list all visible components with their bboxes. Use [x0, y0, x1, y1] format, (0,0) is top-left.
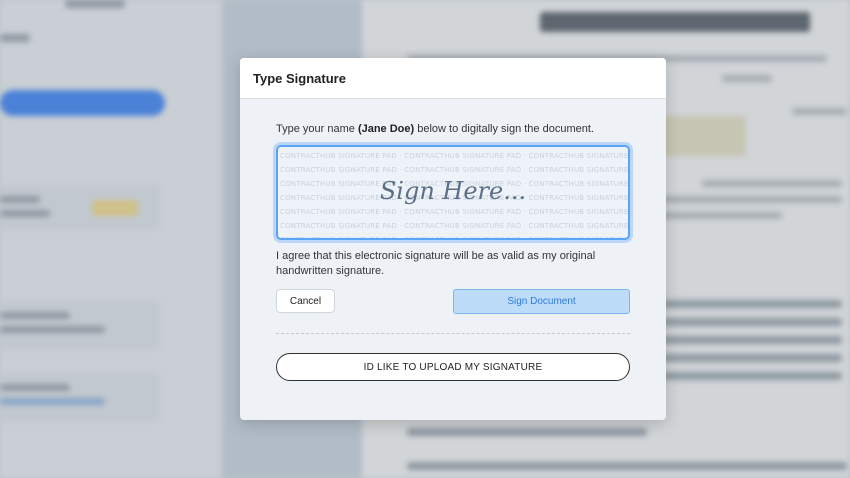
sign-instruction: Type your name (Jane Doe) below to digit…	[276, 122, 630, 136]
type-signature-modal: Type Signature Type your name (Jane Doe)…	[240, 58, 666, 420]
upload-signature-button[interactable]: ID LIKE TO UPLOAD MY SIGNATURE	[276, 353, 630, 381]
button-row: Cancel Sign Document	[276, 289, 630, 314]
sign-document-button[interactable]: Sign Document	[453, 289, 630, 314]
signature-placeholder: Sign Here...	[379, 177, 527, 205]
agreement-text: I agree that this electronic signature w…	[276, 250, 596, 277]
modal-header: Type Signature	[240, 58, 666, 99]
modal-body: Type your name (Jane Doe) below to digit…	[240, 122, 666, 381]
signature-input[interactable]: CONTRACTHUB SIGNATURE PAD · CONTRACTHUB …	[276, 145, 630, 240]
cancel-button[interactable]: Cancel	[276, 289, 335, 313]
signer-name: (Jane Doe)	[357, 123, 415, 135]
dashed-divider	[276, 333, 630, 334]
modal-title: Type Signature	[253, 71, 346, 86]
instruction-prefix: Type your name	[276, 123, 358, 135]
instruction-suffix: below to digitally sign the document.	[414, 123, 594, 135]
